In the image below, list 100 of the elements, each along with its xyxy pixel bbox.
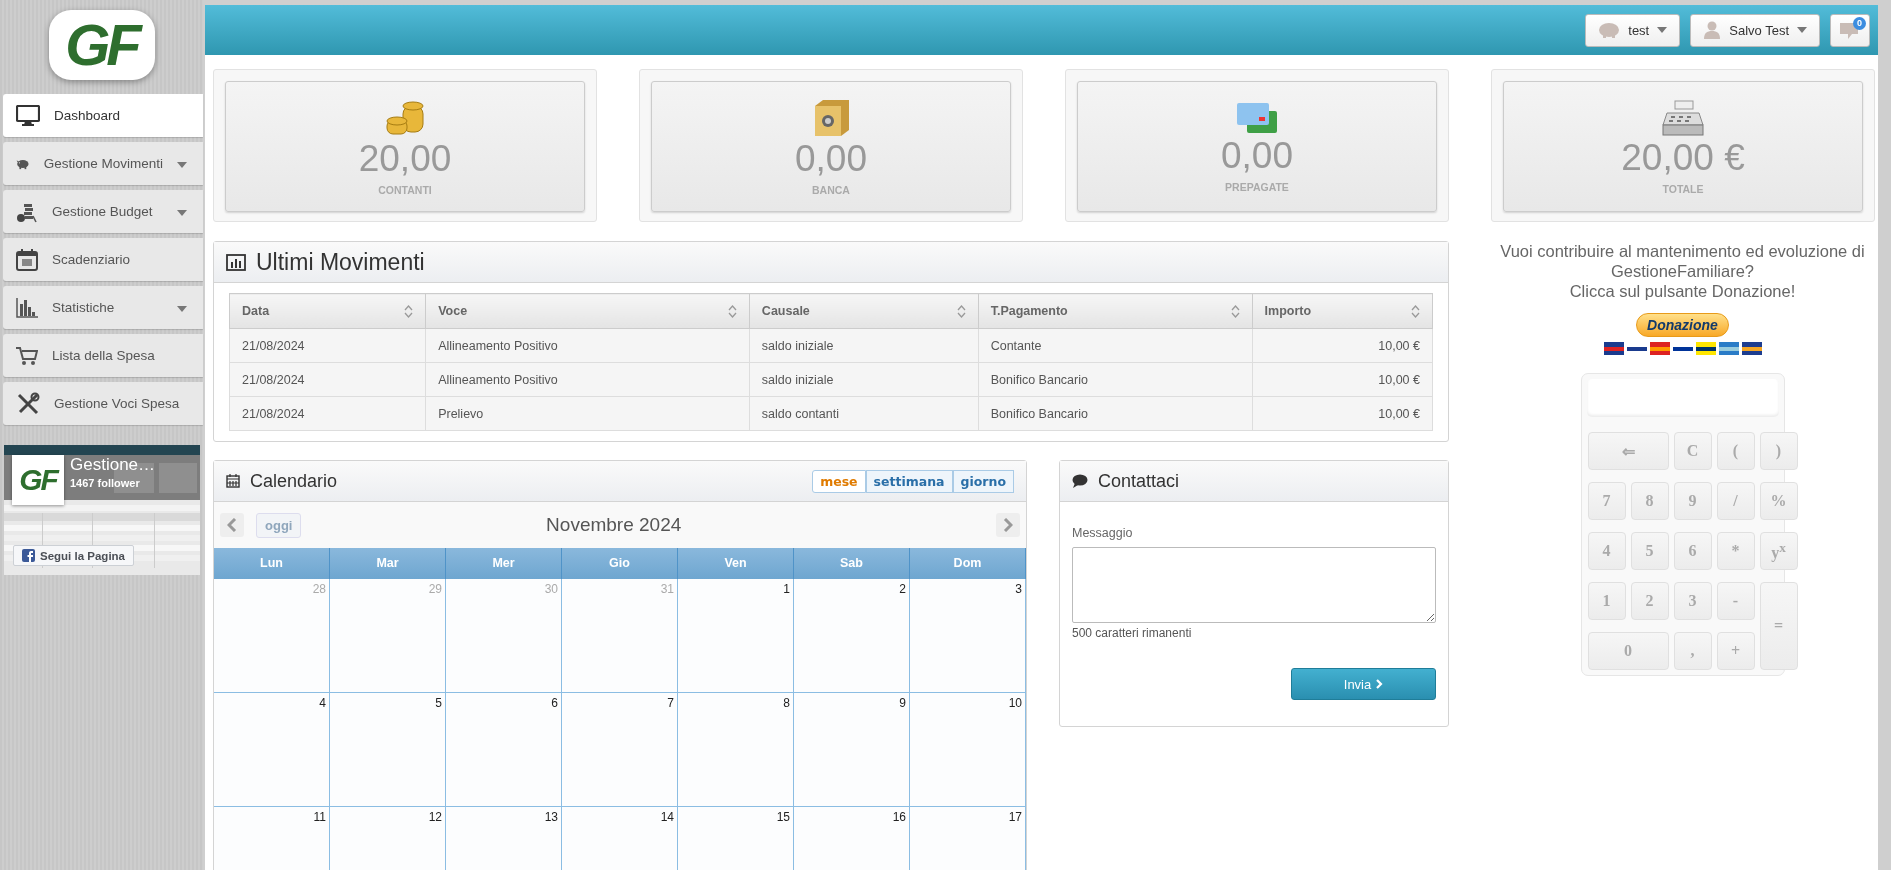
message-field[interactable] — [1072, 547, 1436, 623]
follower-count: 1467 follower — [70, 477, 140, 489]
table-cell: 21/08/2024 — [229, 396, 426, 431]
day-number: 10 — [1008, 696, 1022, 710]
table-cell: Bonifico Bancario — [978, 362, 1253, 397]
user-dropdown[interactable]: Salvo Test — [1690, 13, 1820, 47]
day-cell[interactable]: 9 — [794, 693, 910, 807]
calendar-icon — [226, 474, 240, 488]
table-cell: Allineamento Positivo — [425, 362, 750, 397]
day-number: 2 — [899, 582, 906, 596]
amount: 20,00 € — [1621, 136, 1745, 179]
logo[interactable]: GF — [48, 10, 155, 80]
caret-icon — [1797, 27, 1807, 33]
day-number: 30 — [544, 582, 558, 596]
amount: 20,00 — [358, 137, 452, 180]
weekday-header: Lun — [214, 548, 330, 579]
chat-icon — [1839, 20, 1861, 40]
panel-title: Contattaci — [1098, 470, 1180, 492]
month-title: Novembre 2024 — [545, 514, 683, 536]
chevron-right-icon — [1003, 518, 1013, 532]
table-cell: saldo contanti — [749, 396, 979, 431]
bar-chart-icon — [226, 253, 246, 271]
table-cell: Prelievo — [425, 396, 750, 431]
day-number: 15 — [776, 810, 790, 824]
sort-icon[interactable] — [727, 304, 737, 318]
sidebar-item[interactable]: Gestione Voci Spesa — [3, 382, 203, 425]
day-cell[interactable]: 6 — [446, 693, 562, 807]
weekday-header: Ven — [678, 548, 794, 579]
day-cell[interactable]: 3 — [910, 579, 1026, 693]
sort-icon[interactable] — [404, 304, 414, 318]
day-cell[interactable]: 8 — [678, 693, 794, 807]
day-cell[interactable]: 5 — [330, 693, 446, 807]
next-button[interactable] — [996, 513, 1020, 537]
credit-cards-icon — [1235, 100, 1279, 135]
day-number: 7 — [667, 696, 674, 710]
amount: 0,00 — [795, 137, 867, 180]
donate-button[interactable]: Donazione — [1636, 313, 1729, 337]
card-label: CONTANTI — [378, 183, 432, 196]
sidebar-item[interactable]: Gestione Budget — [3, 190, 203, 233]
table-cell: 21/08/2024 — [229, 362, 426, 397]
caret-icon — [1657, 27, 1668, 33]
caret-icon — [177, 162, 187, 168]
sort-icon[interactable] — [1411, 304, 1420, 318]
send-button[interactable]: Invia — [1291, 668, 1436, 700]
day-cell[interactable]: 1 — [678, 579, 794, 693]
sidebar-item[interactable]: Statistiche — [3, 286, 203, 329]
day-number: 11 — [313, 810, 326, 824]
caret-icon — [177, 306, 187, 312]
day-cell[interactable]: 2 — [794, 579, 910, 693]
sidebar-item[interactable]: Dashboard — [3, 94, 203, 137]
day-number: 4 — [319, 696, 326, 710]
card-label: BANCA — [812, 183, 850, 196]
day-number: 6 — [551, 696, 558, 710]
donation-text: Clicca sul pulsante Donazione! — [1568, 281, 1797, 301]
view-tab[interactable]: settimana — [865, 469, 953, 493]
table-cell: Bonifico Bancario — [978, 396, 1253, 431]
sidebar-item[interactable]: Scadenziario — [3, 238, 203, 281]
day-cell[interactable]: 10 — [910, 693, 1026, 807]
weekday-header: Mer — [446, 548, 562, 579]
speech-bubble-icon — [1072, 474, 1088, 488]
sort-icon[interactable] — [956, 304, 966, 318]
sidebar-item[interactable]: Gestione Movimenti — [3, 142, 203, 185]
card-label: PREPAGATE — [1225, 180, 1289, 193]
page-logo[interactable]: GF — [12, 455, 64, 505]
caret-icon — [177, 210, 187, 216]
day-number: 5 — [435, 696, 442, 710]
day-number: 9 — [899, 696, 906, 710]
column-header[interactable]: Importo — [1252, 293, 1433, 329]
view-tab[interactable]: giorno — [952, 469, 1014, 493]
day-number: 13 — [544, 810, 558, 824]
column-header[interactable]: Data — [229, 293, 426, 329]
page-title[interactable]: Gestione… — [70, 455, 156, 475]
notification-badge: 0 — [1853, 16, 1866, 30]
previous-button[interactable] — [220, 513, 244, 537]
follow-page-button[interactable]: Segui la Pagina — [13, 545, 134, 566]
chevron-left-icon — [227, 518, 237, 532]
donation-text: Vuoi contribuire al mantenimento ed evoluzione di GestioneFamiliare? — [1499, 241, 1866, 281]
sidebar-item[interactable]: Lista della Spesa — [3, 334, 203, 377]
column-header[interactable]: Voce — [425, 293, 750, 329]
weekday-header: Gio — [562, 548, 678, 579]
monitor-icon — [16, 104, 40, 127]
day-cell[interactable]: 7 — [562, 693, 678, 807]
column-header[interactable]: Causale — [749, 293, 979, 329]
weekday-header: Dom — [910, 548, 1026, 579]
sort-icon[interactable] — [1230, 304, 1240, 318]
panel-title: Ultimi Movimenti — [256, 248, 425, 276]
day-number: 28 — [312, 582, 326, 596]
cash-register-icon — [1661, 98, 1705, 137]
column-header[interactable]: T.Pagamento — [978, 293, 1253, 329]
panel-title: Calendario — [250, 470, 338, 492]
user-icon — [1703, 21, 1722, 39]
day-cell[interactable]: 4 — [214, 693, 330, 807]
view-tab[interactable]: mese — [812, 469, 866, 493]
account-dropdown[interactable]: test — [1585, 13, 1681, 47]
chevron-right-icon — [1376, 679, 1384, 689]
card-label: TOTALE — [1662, 182, 1704, 195]
field-label: Messaggio — [1072, 526, 1134, 540]
table-cell: saldo iniziale — [749, 328, 979, 363]
table-cell: 10,00 € — [1252, 396, 1433, 431]
messages-button[interactable]: 0 — [1830, 13, 1870, 47]
